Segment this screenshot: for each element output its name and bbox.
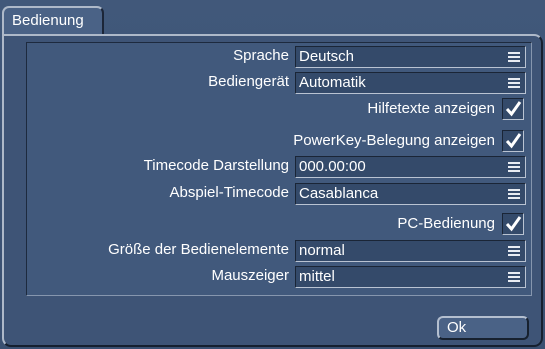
timecode-darstellung-label: Timecode Darstellung — [143, 157, 289, 174]
groesse-label: Größe der Bedienelemente — [108, 241, 289, 258]
abspiel-timecode-select[interactable]: Casablanca — [295, 183, 526, 205]
tab-label: Bedienung — [12, 12, 84, 29]
ok-button[interactable]: Ok — [437, 316, 529, 340]
bediengeraet-value: Automatik — [299, 74, 366, 91]
timecode-darstellung-select[interactable]: 000.00:00 — [295, 156, 526, 178]
hilfetexte-label: Hilfetexte anzeigen — [367, 100, 495, 117]
checkmark-icon — [505, 133, 522, 149]
powerkey-label: PowerKey-Belegung anzeigen — [293, 132, 495, 149]
mauszeiger-label: Mauszeiger — [211, 267, 289, 284]
ok-button-label: Ok — [447, 319, 467, 336]
groesse-value: normal — [299, 242, 345, 259]
powerkey-checkbox[interactable] — [502, 130, 524, 152]
abspiel-timecode-value: Casablanca — [299, 185, 379, 202]
sprache-select[interactable]: Deutsch — [295, 46, 526, 68]
tab-bedienung[interactable]: Bedienung — [2, 6, 104, 36]
mauszeiger-value: mittel — [299, 268, 335, 285]
menu-lines-icon — [508, 246, 520, 256]
bediengeraet-label: Bediengerät — [208, 73, 289, 90]
pc-bedienung-label: PC-Bedienung — [397, 215, 495, 232]
settings-window: Bedienung Sprache Deutsch Bediengerät Au… — [0, 0, 545, 349]
menu-lines-icon — [508, 189, 520, 199]
hilfetexte-checkbox[interactable] — [502, 98, 524, 120]
checkmark-icon — [505, 216, 522, 232]
menu-lines-icon — [508, 52, 520, 62]
mauszeiger-select[interactable]: mittel — [295, 266, 526, 288]
timecode-darstellung-value: 000.00:00 — [299, 158, 366, 175]
checkmark-icon — [505, 101, 522, 117]
menu-lines-icon — [508, 162, 520, 172]
pc-bedienung-checkbox[interactable] — [502, 213, 524, 235]
sprache-value: Deutsch — [299, 48, 355, 65]
abspiel-timecode-label: Abspiel-Timecode — [169, 184, 290, 201]
menu-lines-icon — [508, 272, 520, 282]
sprache-label: Sprache — [233, 47, 289, 64]
bediengeraet-select[interactable]: Automatik — [295, 72, 526, 94]
menu-lines-icon — [508, 78, 520, 88]
groesse-select[interactable]: normal — [295, 240, 526, 262]
